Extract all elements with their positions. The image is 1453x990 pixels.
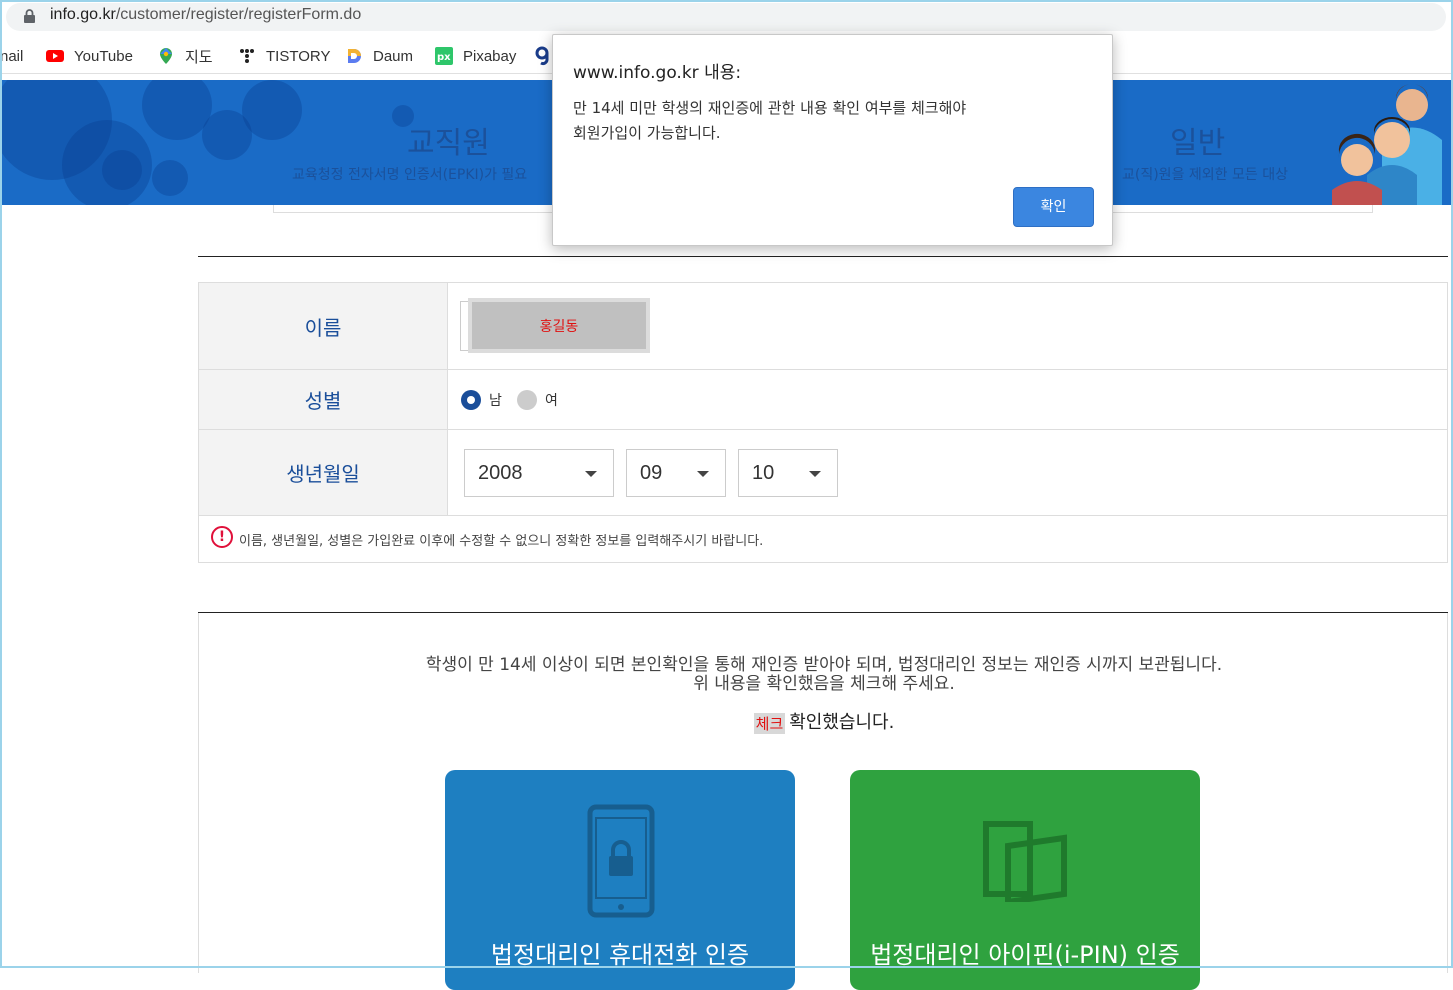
youtube-icon [46, 50, 64, 62]
family-photo-illustration [1332, 84, 1442, 205]
gender-option-label: 남 [489, 393, 502, 409]
warning-icon: ! [211, 526, 233, 548]
gender-option-label: 여 [545, 393, 558, 409]
bookmark-label: YouTube [74, 47, 133, 65]
ipin-icon [983, 821, 1067, 902]
confirm-label: 확인했습니다. [789, 712, 895, 733]
confirm-checkbox[interactable]: 체크 [753, 712, 786, 734]
radio-unselected-icon [517, 390, 537, 410]
birth-month-value: 09 [640, 462, 663, 484]
birth-year-select[interactable]: 2008 [464, 449, 614, 497]
bookmark-tistory[interactable]: TISTORY [238, 46, 330, 66]
dialog-message-line1: 만 14세 미만 학생의 재인증에 관한 내용 확인 여부를 체크해야 [573, 99, 967, 117]
bookmark-pixabay[interactable]: px Pixabay [435, 46, 516, 66]
bookmark-label: Pixabay [463, 47, 517, 65]
banner-staff-subtitle: 교육청정 전자서명 인증서(EPKI)가 필요 [292, 167, 528, 183]
guardian-info-line2: 위 내용을 확인했음을 체크해 주세요. [693, 674, 955, 694]
radio-selected-icon [461, 390, 481, 410]
notice-text: 이름, 생년월일, 성별은 가입완료 이후에 수정할 수 없으니 정확한 정보를… [239, 534, 764, 549]
name-label: 이름 [198, 282, 448, 370]
chevron-down-icon [809, 471, 821, 477]
banner-staff-title[interactable]: 교직원 [407, 118, 490, 162]
google-maps-icon [160, 48, 172, 64]
birth-month-select[interactable]: 09 [626, 449, 726, 497]
dialog-message-line2: 회원가입이 가능합니다. [573, 124, 721, 142]
birth-year-value: 2008 [478, 462, 523, 484]
bookmark-maps[interactable]: 지도 [157, 46, 213, 66]
guardian-ipin-auth-label: 법정대리인 아이핀(i-PIN) 인증 [870, 941, 1180, 969]
bookmark-youtube[interactable]: YouTube [46, 46, 133, 66]
gender-label: 성별 [198, 369, 448, 430]
alert-dialog: www.info.go.kr 내용: 만 14세 미만 학생의 재인증에 관한 … [552, 34, 1113, 246]
banner-general-subtitle: 교(직)원을 제외한 모든 대상 [1122, 167, 1288, 183]
bookmark-label: TISTORY [266, 47, 331, 65]
bookmark-partial-icon[interactable] [535, 46, 551, 66]
bookmark-daum[interactable]: Daum [345, 46, 413, 66]
guardian-section: 학생이 만 14세 이상이 되면 본인확인을 통해 재인증 받아야 되며, 법정… [198, 613, 1449, 990]
dialog-ok-button[interactable]: 확인 [1013, 187, 1094, 227]
birthdate-cell: 2008 09 10 [447, 429, 1448, 516]
birth-day-select[interactable]: 10 [738, 449, 838, 497]
gender-cell: 남 여 [447, 369, 1448, 430]
url-path: /customer/register/registerForm.do [115, 6, 362, 23]
chevron-down-icon [585, 471, 597, 477]
birthdate-label: 생년월일 [198, 429, 448, 516]
guardian-phone-auth-label: 법정대리인 휴대전화 인증 [490, 941, 750, 969]
tistory-icon [240, 49, 254, 63]
url-host: info.go.kr [50, 6, 116, 23]
url-text[interactable]: info.go.kr/customer/register/registerFor… [50, 6, 361, 24]
form-top-border [198, 256, 1448, 257]
svg-text:px: px [437, 52, 451, 63]
confirm-check-row[interactable]: 체크 확인했습니다. [199, 708, 1449, 734]
phone-lock-icon [587, 804, 655, 918]
name-cell: 홍길동 [447, 282, 1448, 370]
guardian-ipin-auth-button[interactable]: 법정대리인 아이핀(i-PIN) 인증 [850, 770, 1200, 990]
bookmark-label: Daum [373, 47, 414, 65]
pixabay-icon: px [435, 47, 453, 65]
member-info-table: 이름 홍길동 성별 남 여 생년월일 2008 09 10 [198, 282, 1448, 516]
dialog-title: www.info.go.kr 내용: [573, 63, 742, 83]
banner-general-title[interactable]: 일반 [1170, 118, 1225, 162]
name-value: 홍길동 [468, 298, 650, 353]
gender-radio-female[interactable]: 여 [517, 390, 558, 410]
bookmark-label: nail [0, 47, 24, 65]
bookmark-gmail[interactable]: nail [0, 46, 23, 66]
guardian-phone-auth-button[interactable]: 법정대리인 휴대전화 인증 [445, 770, 795, 990]
gender-radio-male[interactable]: 남 [461, 390, 502, 410]
daum-icon [348, 49, 361, 63]
form-notice: ! 이름, 생년월일, 성별은 가입완료 이후에 수정할 수 없으니 정확한 정… [198, 514, 1448, 563]
chevron-down-icon [697, 471, 709, 477]
address-bar: info.go.kr/customer/register/registerFor… [0, 0, 1453, 34]
lock-icon [24, 9, 35, 23]
birth-day-value: 10 [752, 462, 775, 484]
bookmark-label: 지도 [185, 48, 213, 66]
